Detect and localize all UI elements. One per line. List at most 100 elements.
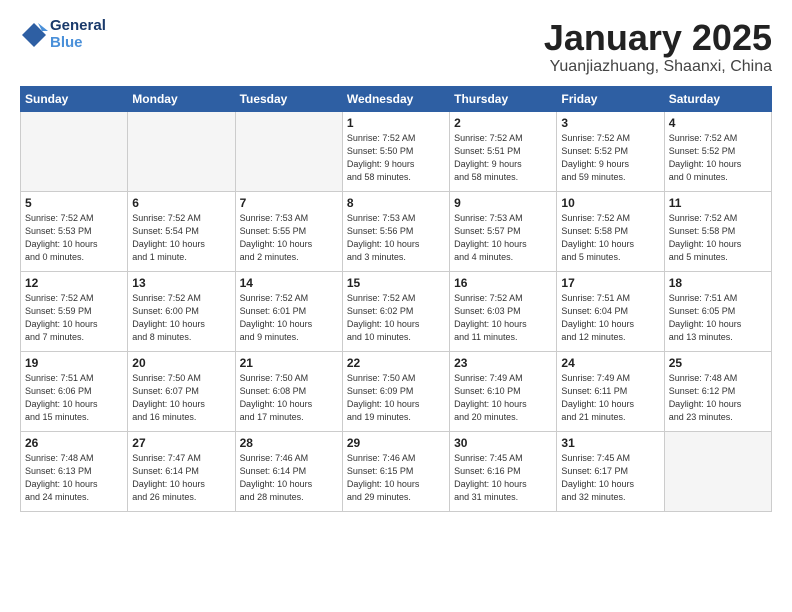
day-info: Sunrise: 7:47 AM Sunset: 6:14 PM Dayligh… xyxy=(132,452,230,504)
week-row-3: 19Sunrise: 7:51 AM Sunset: 6:06 PM Dayli… xyxy=(21,351,772,431)
day-info: Sunrise: 7:52 AM Sunset: 5:58 PM Dayligh… xyxy=(561,212,659,264)
day-cell: 15 Sunrise: 7:52 AM Sunset: 6:02 PM Dayli… xyxy=(342,271,449,351)
weekday-header-thursday: Thursday xyxy=(450,86,557,111)
day-info: Sunrise: 7:49 AM Sunset: 6:10 PM Dayligh… xyxy=(454,372,552,424)
day-number: 10 xyxy=(561,196,659,210)
logo: General Blue xyxy=(20,18,106,51)
day-cell: 16 Sunrise: 7:52 AM Sunset: 6:03 PM Dayli… xyxy=(450,271,557,351)
weekday-header-row: SundayMondayTuesdayWednesdayThursdayFrid… xyxy=(21,86,772,111)
day-info: Sunrise: 7:52 AM Sunset: 6:00 PM Dayligh… xyxy=(132,292,230,344)
day-number: 16 xyxy=(454,276,552,290)
day-number: 19 xyxy=(25,356,123,370)
calendar-table: SundayMondayTuesdayWednesdayThursdayFrid… xyxy=(20,86,772,512)
day-cell: 13 Sunrise: 7:52 AM Sunset: 6:00 PM Dayli… xyxy=(128,271,235,351)
day-number: 29 xyxy=(347,436,445,450)
day-cell: 22 Sunrise: 7:50 AM Sunset: 6:09 PM Dayli… xyxy=(342,351,449,431)
day-cell: 21 Sunrise: 7:50 AM Sunset: 6:08 PM Dayli… xyxy=(235,351,342,431)
day-number: 9 xyxy=(454,196,552,210)
day-info: Sunrise: 7:52 AM Sunset: 5:52 PM Dayligh… xyxy=(561,132,659,184)
day-info: Sunrise: 7:52 AM Sunset: 5:59 PM Dayligh… xyxy=(25,292,123,344)
day-info: Sunrise: 7:52 AM Sunset: 5:50 PM Dayligh… xyxy=(347,132,445,184)
day-cell: 5Sunrise: 7:52 AM Sunset: 5:53 PM Daylig… xyxy=(21,191,128,271)
day-info: Sunrise: 7:53 AM Sunset: 5:55 PM Dayligh… xyxy=(240,212,338,264)
week-row-0: 1Sunrise: 7:52 AM Sunset: 5:50 PM Daylig… xyxy=(21,111,772,191)
day-info: Sunrise: 7:46 AM Sunset: 6:15 PM Dayligh… xyxy=(347,452,445,504)
day-info: Sunrise: 7:53 AM Sunset: 5:56 PM Dayligh… xyxy=(347,212,445,264)
week-row-1: 5Sunrise: 7:52 AM Sunset: 5:53 PM Daylig… xyxy=(21,191,772,271)
weekday-header-saturday: Saturday xyxy=(664,86,771,111)
day-info: Sunrise: 7:52 AM Sunset: 6:01 PM Dayligh… xyxy=(240,292,338,344)
day-info: Sunrise: 7:45 AM Sunset: 6:16 PM Dayligh… xyxy=(454,452,552,504)
day-cell xyxy=(128,111,235,191)
day-number: 31 xyxy=(561,436,659,450)
day-info: Sunrise: 7:50 AM Sunset: 6:08 PM Dayligh… xyxy=(240,372,338,424)
day-cell: 31 Sunrise: 7:45 AM Sunset: 6:17 PM Dayli… xyxy=(557,431,664,511)
day-cell: 4Sunrise: 7:52 AM Sunset: 5:52 PM Daylig… xyxy=(664,111,771,191)
logo-text-blue: Blue xyxy=(50,35,106,52)
logo-icon xyxy=(20,21,48,49)
day-number: 13 xyxy=(132,276,230,290)
day-number: 20 xyxy=(132,356,230,370)
day-number: 21 xyxy=(240,356,338,370)
day-info: Sunrise: 7:48 AM Sunset: 6:12 PM Dayligh… xyxy=(669,372,767,424)
day-info: Sunrise: 7:50 AM Sunset: 6:09 PM Dayligh… xyxy=(347,372,445,424)
day-number: 28 xyxy=(240,436,338,450)
day-number: 4 xyxy=(669,116,767,130)
weekday-header-friday: Friday xyxy=(557,86,664,111)
day-number: 22 xyxy=(347,356,445,370)
logo-text-general: General xyxy=(50,18,106,35)
day-cell: 11 Sunrise: 7:52 AM Sunset: 5:58 PM Dayli… xyxy=(664,191,771,271)
day-cell: 6 Sunrise: 7:52 AM Sunset: 5:54 PM Daylig… xyxy=(128,191,235,271)
weekday-header-tuesday: Tuesday xyxy=(235,86,342,111)
day-cell: 27Sunrise: 7:47 AM Sunset: 6:14 PM Dayli… xyxy=(128,431,235,511)
day-cell: 12Sunrise: 7:52 AM Sunset: 5:59 PM Dayli… xyxy=(21,271,128,351)
day-cell: 18Sunrise: 7:51 AM Sunset: 6:05 PM Dayli… xyxy=(664,271,771,351)
day-number: 7 xyxy=(240,196,338,210)
day-cell: 7 Sunrise: 7:53 AM Sunset: 5:55 PM Daylig… xyxy=(235,191,342,271)
day-cell: 14Sunrise: 7:52 AM Sunset: 6:01 PM Dayli… xyxy=(235,271,342,351)
day-number: 6 xyxy=(132,196,230,210)
day-info: Sunrise: 7:51 AM Sunset: 6:04 PM Dayligh… xyxy=(561,292,659,344)
day-cell xyxy=(21,111,128,191)
week-row-2: 12Sunrise: 7:52 AM Sunset: 5:59 PM Dayli… xyxy=(21,271,772,351)
day-cell: 2 Sunrise: 7:52 AM Sunset: 5:51 PM Daylig… xyxy=(450,111,557,191)
day-info: Sunrise: 7:50 AM Sunset: 6:07 PM Dayligh… xyxy=(132,372,230,424)
day-info: Sunrise: 7:52 AM Sunset: 6:03 PM Dayligh… xyxy=(454,292,552,344)
day-number: 30 xyxy=(454,436,552,450)
day-number: 23 xyxy=(454,356,552,370)
day-info: Sunrise: 7:45 AM Sunset: 6:17 PM Dayligh… xyxy=(561,452,659,504)
header: General Blue January 2025 Yuanjiazhuang,… xyxy=(20,18,772,76)
day-cell: 9 Sunrise: 7:53 AM Sunset: 5:57 PM Daylig… xyxy=(450,191,557,271)
day-number: 11 xyxy=(669,196,767,210)
day-info: Sunrise: 7:52 AM Sunset: 5:54 PM Dayligh… xyxy=(132,212,230,264)
day-cell xyxy=(664,431,771,511)
day-info: Sunrise: 7:52 AM Sunset: 5:58 PM Dayligh… xyxy=(669,212,767,264)
day-info: Sunrise: 7:53 AM Sunset: 5:57 PM Dayligh… xyxy=(454,212,552,264)
day-number: 25 xyxy=(669,356,767,370)
day-number: 17 xyxy=(561,276,659,290)
day-number: 26 xyxy=(25,436,123,450)
day-info: Sunrise: 7:52 AM Sunset: 5:51 PM Dayligh… xyxy=(454,132,552,184)
weekday-header-sunday: Sunday xyxy=(21,86,128,111)
day-number: 15 xyxy=(347,276,445,290)
day-cell: 29 Sunrise: 7:46 AM Sunset: 6:15 PM Dayli… xyxy=(342,431,449,511)
day-number: 5 xyxy=(25,196,123,210)
day-number: 24 xyxy=(561,356,659,370)
day-cell: 24 Sunrise: 7:49 AM Sunset: 6:11 PM Dayli… xyxy=(557,351,664,431)
calendar-title: January 2025 xyxy=(544,18,772,58)
day-cell: 17 Sunrise: 7:51 AM Sunset: 6:04 PM Dayli… xyxy=(557,271,664,351)
day-cell: 25 Sunrise: 7:48 AM Sunset: 6:12 PM Dayli… xyxy=(664,351,771,431)
weekday-header-wednesday: Wednesday xyxy=(342,86,449,111)
page: General Blue January 2025 Yuanjiazhuang,… xyxy=(0,0,792,522)
day-info: Sunrise: 7:46 AM Sunset: 6:14 PM Dayligh… xyxy=(240,452,338,504)
day-cell xyxy=(235,111,342,191)
day-cell: 1Sunrise: 7:52 AM Sunset: 5:50 PM Daylig… xyxy=(342,111,449,191)
day-cell: 28 Sunrise: 7:46 AM Sunset: 6:14 PM Dayli… xyxy=(235,431,342,511)
day-number: 2 xyxy=(454,116,552,130)
day-info: Sunrise: 7:52 AM Sunset: 6:02 PM Dayligh… xyxy=(347,292,445,344)
day-cell: 26Sunrise: 7:48 AM Sunset: 6:13 PM Dayli… xyxy=(21,431,128,511)
day-cell: 23 Sunrise: 7:49 AM Sunset: 6:10 PM Dayli… xyxy=(450,351,557,431)
day-info: Sunrise: 7:49 AM Sunset: 6:11 PM Dayligh… xyxy=(561,372,659,424)
weekday-header-monday: Monday xyxy=(128,86,235,111)
day-info: Sunrise: 7:51 AM Sunset: 6:05 PM Dayligh… xyxy=(669,292,767,344)
